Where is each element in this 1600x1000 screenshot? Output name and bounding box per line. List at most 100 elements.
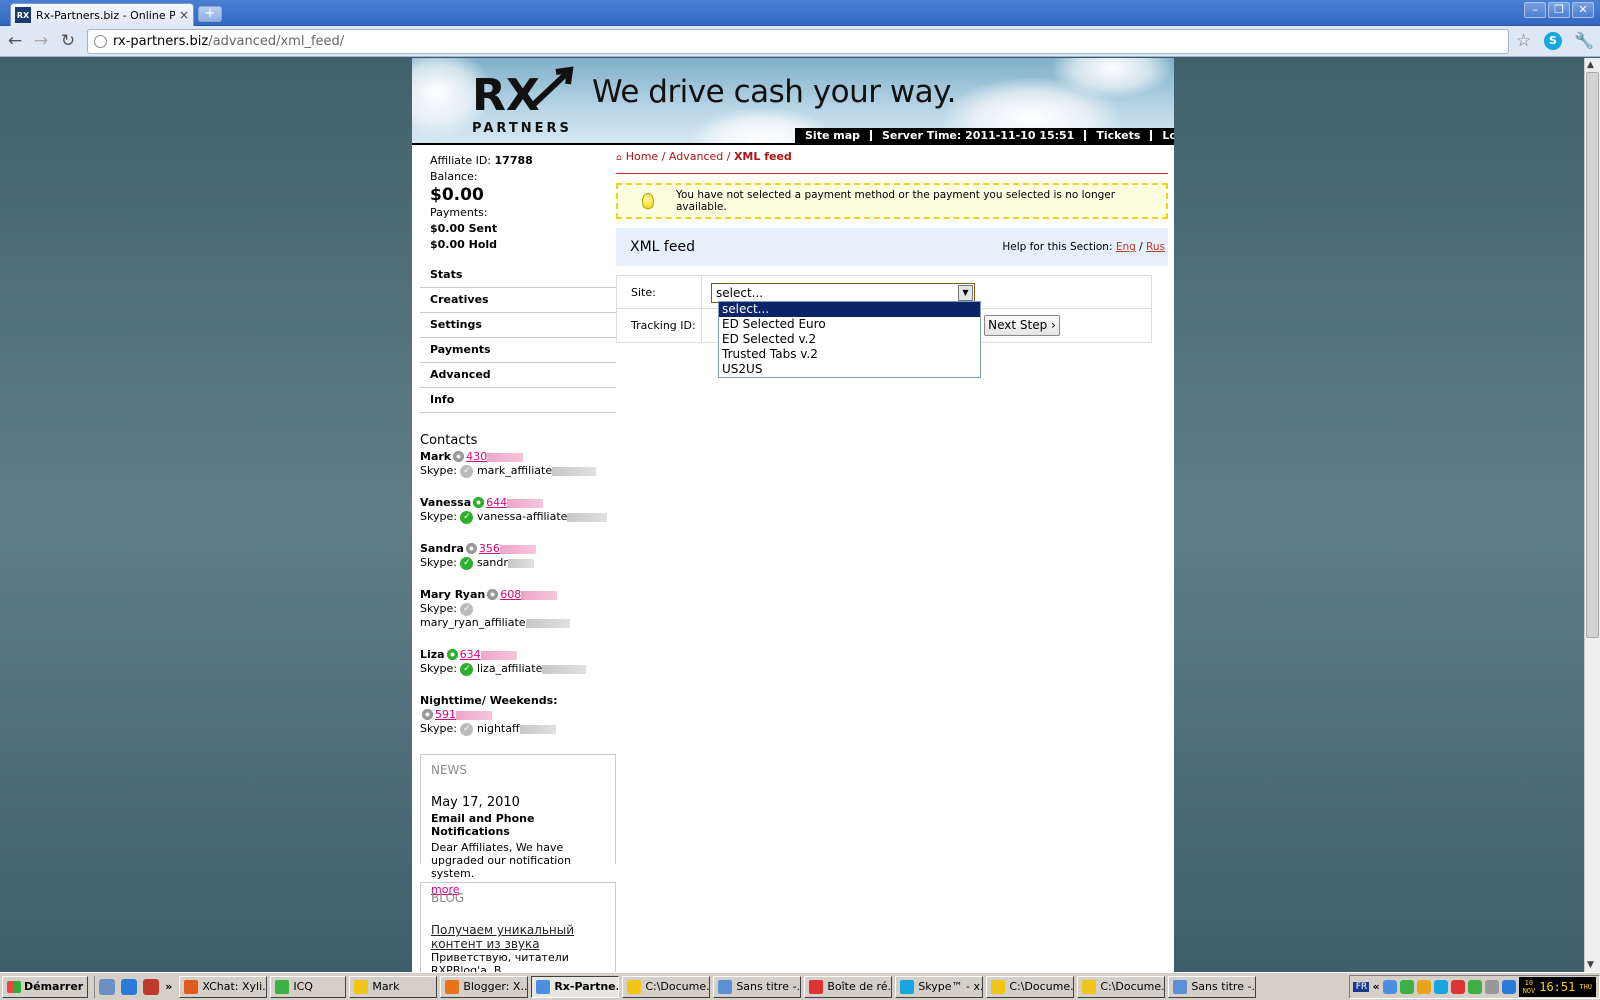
- reload-icon[interactable]: ↻: [57, 30, 79, 52]
- quick-launch-more[interactable]: »: [165, 980, 172, 993]
- skype-extension-icon[interactable]: S: [1544, 32, 1562, 50]
- contact-item: Nighttime/ Weekends: 591 Skype: ✓ nighta…: [420, 694, 616, 736]
- scroll-down-icon[interactable]: ▼: [1587, 960, 1594, 970]
- sidebar-item-advanced[interactable]: Advanced: [420, 363, 616, 388]
- show-desktop-icon[interactable]: [99, 978, 116, 995]
- dropdown-option[interactable]: select...: [719, 302, 980, 317]
- wrench-menu-icon[interactable]: 🔧: [1574, 31, 1594, 50]
- app-icon: [445, 979, 460, 994]
- header-slogan: We drive cash your way.: [592, 74, 956, 110]
- antivirus-icon[interactable]: [1450, 979, 1465, 994]
- sidebar-item-payments[interactable]: Payments: [420, 338, 616, 363]
- help-eng-link[interactable]: Eng: [1116, 241, 1136, 253]
- contact-phone[interactable]: 430: [466, 450, 487, 463]
- language-indicator[interactable]: FR: [1353, 981, 1370, 992]
- skype-status-icon: ✓: [460, 464, 474, 478]
- dropdown-option[interactable]: ED Selected v.2: [719, 332, 980, 347]
- logout-link[interactable]: Logout: [1152, 129, 1174, 142]
- blog-snippet: Приветствую, читатели RXPBlog'a. В: [431, 951, 569, 972]
- sidebar: Affiliate ID: 17788 Balance: $0.00 Payme…: [420, 150, 616, 972]
- help-rus-link[interactable]: Rus: [1146, 241, 1165, 253]
- back-arrow-icon[interactable]: ←: [4, 30, 26, 52]
- flower-tray-icon[interactable]: [1467, 979, 1482, 994]
- taskbar-window-button[interactable]: C:\Docume...: [986, 975, 1075, 998]
- volume-icon[interactable]: [1484, 979, 1499, 994]
- contact-phone[interactable]: 634: [460, 648, 481, 661]
- scroll-up-icon[interactable]: ▲: [1587, 60, 1594, 70]
- update-icon[interactable]: [1416, 979, 1431, 994]
- taskbar-window-button[interactable]: ICQ: [270, 975, 347, 998]
- taskbar-window-button[interactable]: Blogger: X...: [440, 975, 529, 998]
- new-tab-button[interactable]: +: [198, 6, 222, 22]
- browser-titlebar: RX Rx-Partners.biz - Online Pharm × + – …: [0, 0, 1600, 26]
- minimize-button[interactable]: –: [1524, 2, 1546, 18]
- taskbar-window-button[interactable]: Sans titre -...: [1168, 975, 1257, 998]
- bookmark-star-icon[interactable]: ☆: [1516, 31, 1531, 51]
- taskbar-window-button[interactable]: Rx-Partne...: [531, 975, 620, 998]
- monitor-icon[interactable]: [1501, 979, 1516, 994]
- taskbar-window-button[interactable]: Sans titre -...: [713, 975, 802, 998]
- skype-tray-icon[interactable]: [1433, 979, 1448, 994]
- skype-status-icon: ✓: [460, 556, 474, 570]
- page-title: XML feed: [630, 239, 695, 255]
- dropdown-option[interactable]: ED Selected Euro: [719, 317, 980, 332]
- contact-name: Mark: [420, 450, 452, 463]
- site-select[interactable]: select... ▼: [711, 283, 975, 303]
- skype-handle[interactable]: vanessa-affiliate: [477, 510, 567, 523]
- network-icon[interactable]: [1382, 979, 1397, 994]
- breadcrumb-advanced[interactable]: Advanced: [669, 150, 723, 163]
- contact-name: Nighttime/ Weekends:: [420, 694, 558, 707]
- skype-status-icon: ✓: [460, 662, 474, 676]
- dropdown-option[interactable]: US2US: [719, 362, 980, 377]
- skype-handle[interactable]: liza_affiliate: [477, 662, 542, 675]
- dropdown-option[interactable]: Trusted Tabs v.2: [719, 347, 980, 362]
- start-button[interactable]: Démarrer: [2, 975, 89, 998]
- skype-handle[interactable]: mark_affiliate: [477, 464, 552, 477]
- clock-time: 16:51: [1539, 979, 1576, 994]
- close-window-button[interactable]: ✕: [1572, 2, 1594, 18]
- forward-arrow-icon[interactable]: →: [30, 30, 52, 52]
- restore-button[interactable]: ❐: [1548, 2, 1570, 18]
- scroll-thumb[interactable]: [1586, 72, 1599, 638]
- filezilla-icon[interactable]: [143, 978, 160, 995]
- rx-partners-logo[interactable]: RX PARTNERS: [470, 66, 582, 136]
- contact-phone[interactable]: 608: [500, 588, 521, 601]
- taskbar-window-button[interactable]: Skype™ - x...: [895, 975, 984, 998]
- site-map-link[interactable]: Site map: [795, 129, 870, 142]
- skype-handle[interactable]: mary_ryan_affiliate: [420, 616, 526, 629]
- contact-phone[interactable]: 644: [486, 496, 507, 509]
- sidebar-item-settings[interactable]: Settings: [420, 313, 616, 338]
- sidebar-item-creatives[interactable]: Creatives: [420, 288, 616, 313]
- taskbar-window-button[interactable]: XChat: Xyli...: [179, 975, 268, 998]
- next-step-button[interactable]: Next Step ›: [984, 315, 1060, 336]
- sidebar-item-info[interactable]: Info: [420, 388, 616, 413]
- browser-tab[interactable]: RX Rx-Partners.biz - Online Pharm ×: [10, 3, 194, 26]
- skype-handle[interactable]: nightaff: [477, 722, 520, 735]
- news-headline: Email and Phone Notifications: [431, 812, 535, 838]
- window-controls: – ❐ ✕: [1524, 2, 1594, 18]
- skype-handle[interactable]: sandr: [477, 556, 508, 569]
- taskbar-window-button[interactable]: Boîte de ré...: [804, 975, 893, 998]
- contact-phone[interactable]: 356: [479, 542, 500, 555]
- taskbar-button-label: Sans titre -...: [736, 980, 802, 993]
- breadcrumb-home[interactable]: Home: [626, 150, 658, 163]
- taskbar-window-button[interactable]: C:\Docume...: [1077, 975, 1166, 998]
- dropdown-arrow-icon[interactable]: ▼: [958, 285, 973, 301]
- tab-close-icon[interactable]: ×: [179, 8, 189, 22]
- address-bar[interactable]: rx-partners.biz/advanced/xml_feed/: [87, 29, 1509, 54]
- page-scrollbar[interactable]: ▲ ▼: [1584, 58, 1600, 972]
- taskbar-window-button[interactable]: C:\Docume...: [622, 975, 711, 998]
- system-tray: FR « 10 NOV 16:51 THU: [1349, 974, 1600, 999]
- site-favicon-icon: RX: [15, 7, 31, 23]
- sidebar-item-stats[interactable]: Stats: [420, 263, 616, 288]
- tray-expand[interactable]: «: [1372, 980, 1379, 993]
- blog-post-link[interactable]: Получаем уникальный контент из звука: [431, 923, 605, 951]
- icq-tray-icon[interactable]: [1399, 979, 1414, 994]
- app-icon: [184, 979, 199, 994]
- internet-explorer-icon[interactable]: [121, 978, 138, 995]
- tickets-link[interactable]: Tickets: [1086, 129, 1150, 142]
- help-label: Help for this Section:: [1002, 241, 1113, 253]
- system-clock[interactable]: 10 NOV 16:51 THU: [1518, 976, 1596, 997]
- contact-phone[interactable]: 591: [435, 708, 456, 721]
- taskbar-window-button[interactable]: Mark: [349, 975, 438, 998]
